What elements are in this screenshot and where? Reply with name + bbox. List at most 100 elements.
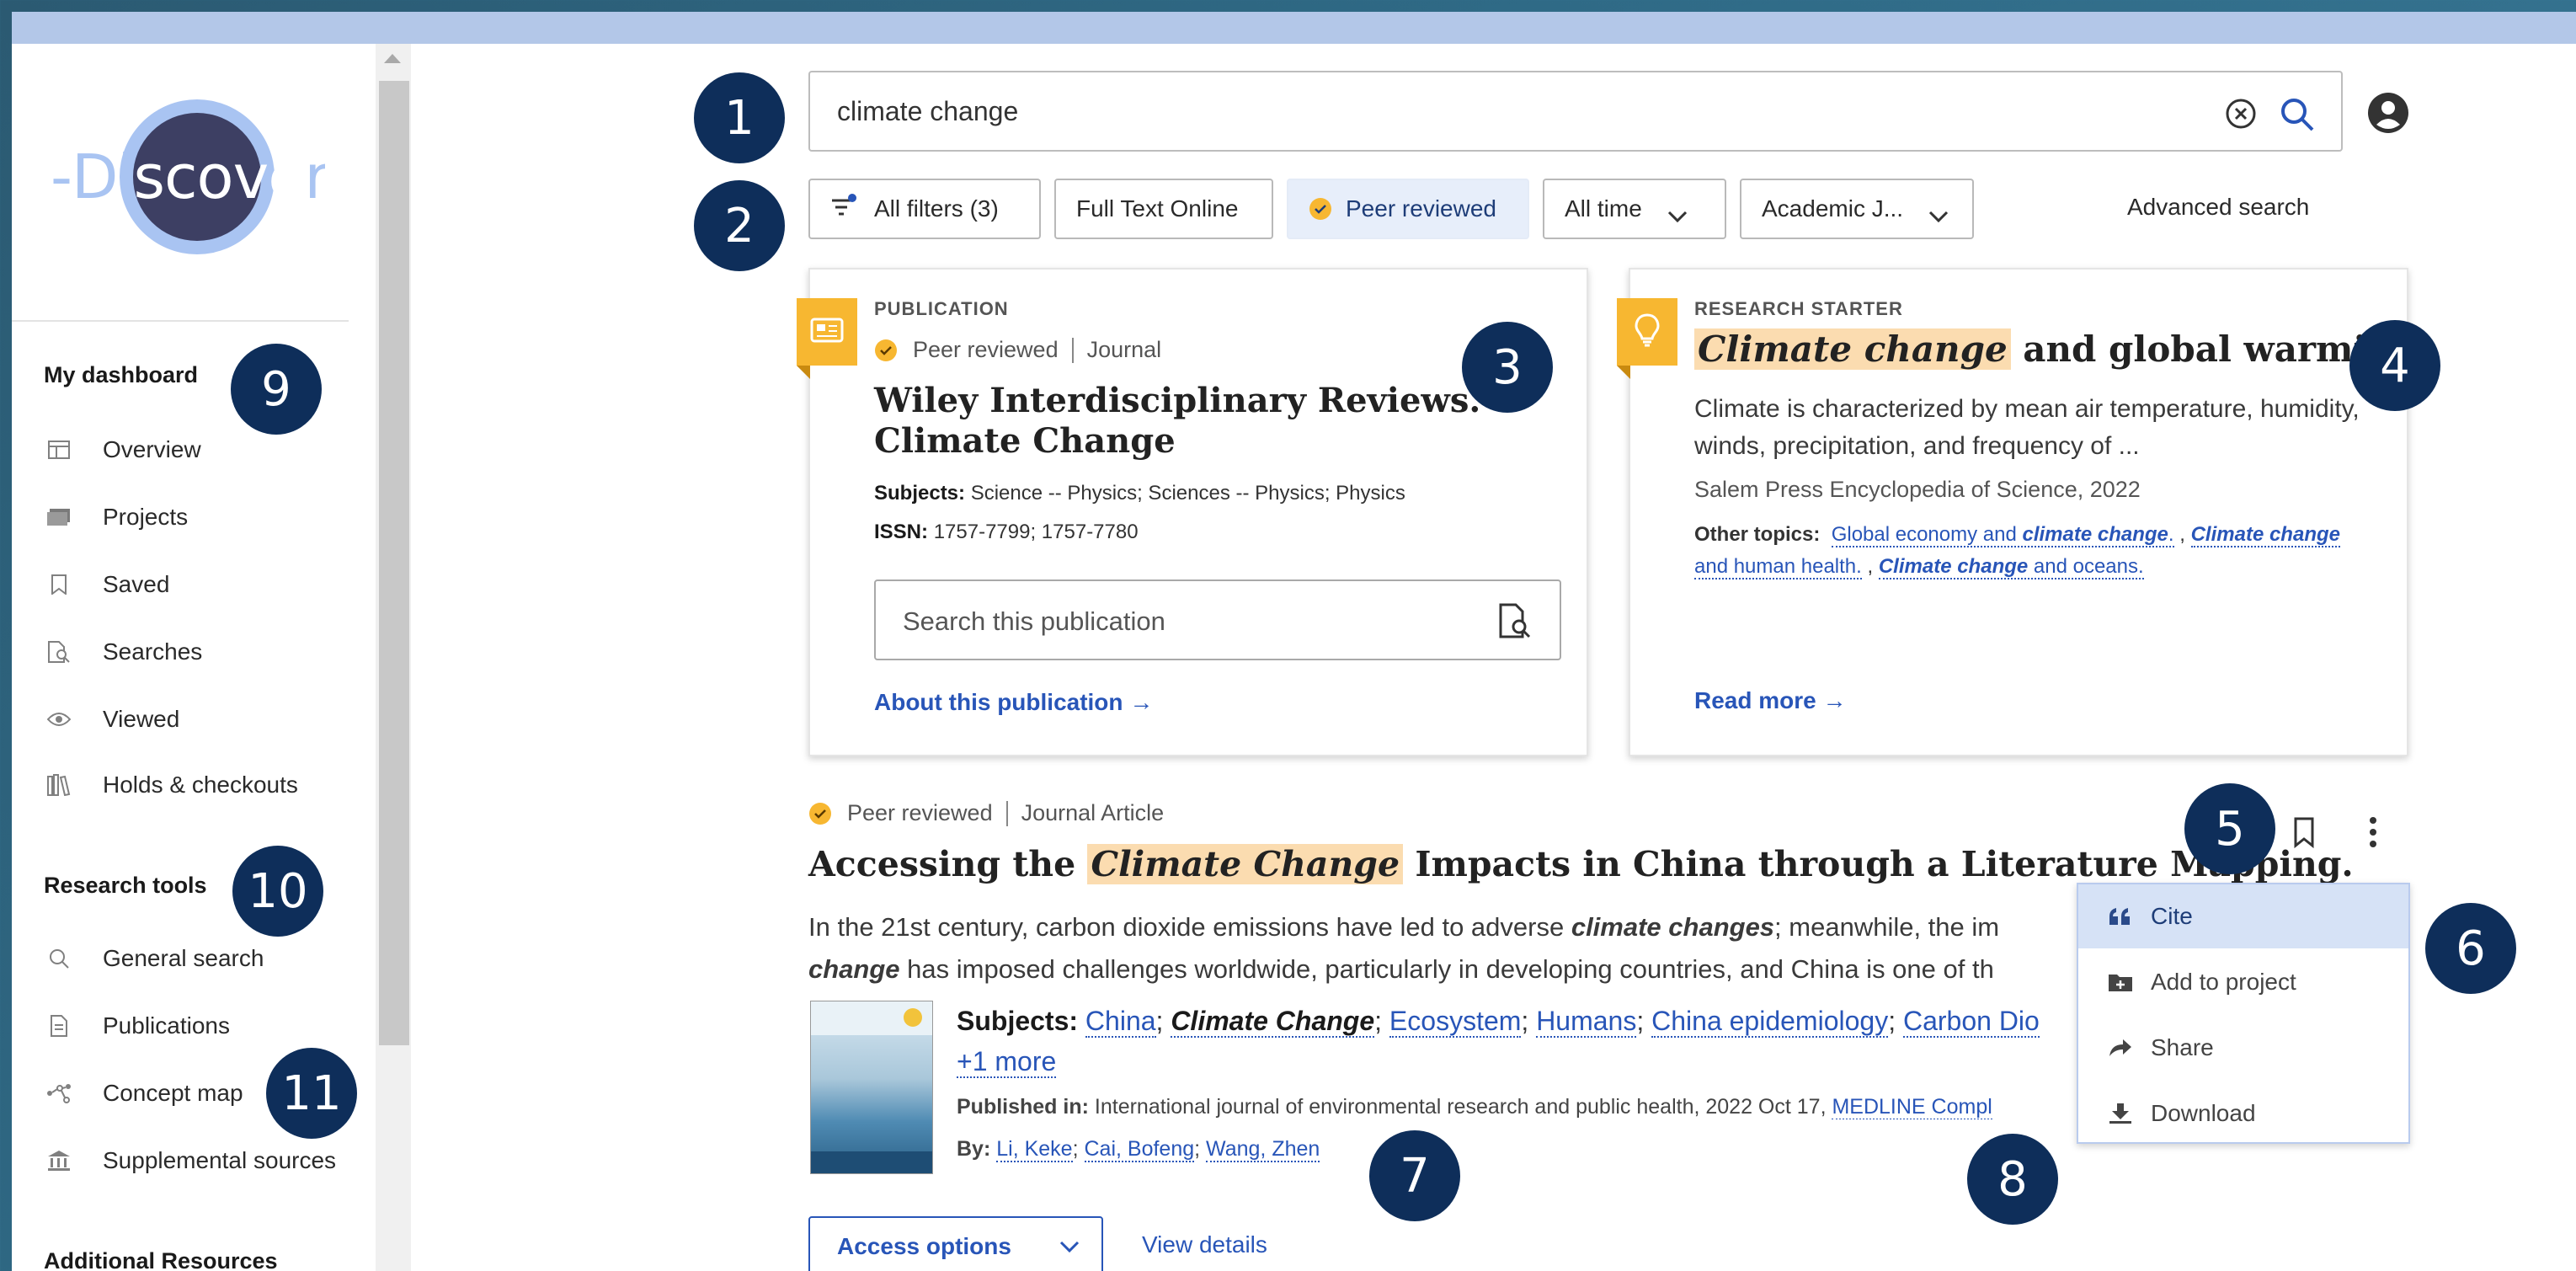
sidebar-item-label: Saved — [103, 571, 170, 597]
logo-text-left: -Di — [51, 142, 134, 212]
meta-separator — [1005, 800, 1008, 826]
menu-item-cite[interactable]: Cite — [2078, 884, 2408, 948]
abstract-emphasis: climate changes — [1571, 912, 1775, 942]
quote-icon — [2107, 904, 2134, 929]
abstract-emphasis: change — [808, 954, 900, 984]
published-value: International journal of environmental r… — [1094, 1095, 1832, 1119]
published-label: Published in: — [957, 1095, 1089, 1119]
bookmark-icon[interactable] — [2289, 815, 2319, 849]
more-subjects-link[interactable]: +1 more — [957, 1046, 1057, 1078]
author-link[interactable]: Cai, Bofeng — [1084, 1137, 1195, 1162]
database-link[interactable]: MEDLINE Compl — [1832, 1095, 1992, 1119]
search-icon — [44, 946, 74, 971]
chevron-down-icon — [1667, 202, 1688, 223]
cover-footer — [811, 1151, 932, 1173]
publication-title[interactable]: Wiley Interdisciplinary Reviews. Climate… — [874, 381, 1480, 462]
subject-link[interactable]: China epidemiology — [1651, 1006, 1889, 1038]
callout-5: 5 — [2184, 783, 2275, 874]
sidebar-item-label: Supplemental sources — [103, 1147, 337, 1173]
research-title-highlight: Climate change — [1694, 328, 2011, 370]
sidebar-item-projects[interactable]: Projects — [44, 495, 364, 539]
subject-link[interactable]: Ecosystem — [1389, 1006, 1522, 1038]
subject-link[interactable]: China — [1085, 1006, 1156, 1038]
search-input[interactable]: climate change — [808, 71, 2343, 152]
clear-icon[interactable] — [2225, 98, 2257, 130]
sidebar-item-holds[interactable]: Holds & checkouts — [44, 763, 364, 807]
dashboard-heading: My dashboard — [44, 362, 199, 387]
abstract-text: ; meanwhile, the im — [1774, 912, 2000, 942]
search-publication-input[interactable]: Search this publication — [874, 579, 1561, 660]
result-title-pre: Accessing the — [808, 844, 1088, 884]
peer-reviewed-badge-icon — [874, 339, 898, 362]
advanced-search-link[interactable]: Advanced search — [2127, 194, 2309, 221]
full-text-online-button[interactable]: Full Text Online — [1054, 179, 1273, 239]
callout-3: 3 — [1462, 322, 1553, 413]
search-icon[interactable] — [2279, 96, 2316, 133]
scroll-up-arrow-icon[interactable] — [384, 54, 401, 63]
about-publication-link[interactable]: About this publication → — [874, 689, 1153, 716]
more-options-icon[interactable] — [2358, 814, 2388, 851]
subject-link[interactable]: Carbon Dio — [1902, 1006, 2040, 1038]
arrow-right-icon: → — [1129, 689, 1154, 715]
all-filters-label: All filters (3) — [874, 195, 999, 222]
user-account-icon[interactable] — [2365, 89, 2412, 136]
sidebar-item-overview[interactable]: Overview — [44, 428, 364, 472]
research-other-topics: Other topics: Global economy and climate… — [1694, 519, 2368, 583]
full-text-label: Full Text Online — [1076, 195, 1239, 222]
all-filters-button[interactable]: All filters (3) — [808, 179, 1041, 239]
topic-link[interactable]: Climate change and oceans. — [1878, 555, 2144, 579]
topic-link[interactable]: Global economy and climate change. — [1831, 523, 2174, 547]
logo[interactable]: -Discover — [47, 99, 325, 261]
books-icon — [44, 772, 74, 798]
menu-item-label: Share — [2151, 1034, 2214, 1060]
menu-item-share[interactable]: Share — [2078, 1016, 2408, 1080]
callout-9: 9 — [231, 344, 322, 435]
about-publication-label: About this publication — [874, 689, 1123, 715]
meta-separator — [1071, 337, 1074, 363]
saved-search-icon — [44, 639, 74, 665]
subjects-value: Science -- Physics; Sciences -- Physics;… — [970, 482, 1405, 505]
subject-link[interactable]: Humans — [1536, 1006, 1637, 1038]
additional-heading: Additional Resources — [44, 1248, 278, 1271]
sidebar-item-viewed[interactable]: Viewed — [44, 697, 364, 741]
sidebar-item-supplemental[interactable]: Supplemental sources — [44, 1139, 364, 1183]
menu-item-download[interactable]: Download — [2078, 1081, 2408, 1146]
sidebar-item-label: Projects — [103, 504, 189, 530]
topics-label: Other topics: — [1694, 523, 1821, 546]
publication-meta: Peer reviewed Journal — [874, 337, 1161, 363]
sidebar-item-label: Concept map — [103, 1080, 243, 1106]
sidebar-item-label: General search — [103, 945, 264, 971]
filter-icon — [830, 193, 857, 225]
subjects-label: Subjects: — [957, 1006, 1079, 1036]
document-search-icon[interactable] — [1497, 603, 1534, 640]
result-published-in: Published in: International journal of e… — [957, 1095, 2077, 1119]
sidebar-item-saved[interactable]: Saved — [44, 563, 364, 606]
view-details-link[interactable]: View details — [1142, 1231, 1267, 1258]
sidebar-item-searches[interactable]: Searches — [44, 630, 364, 674]
result-actions-menu: Cite Add to project Share Download — [2077, 883, 2410, 1144]
abstract-text: has imposed challenges worldwide, partic… — [899, 954, 1994, 984]
journal-cover-image[interactable] — [810, 1001, 933, 1174]
callout-1: 1 — [694, 72, 785, 163]
time-filter-dropdown[interactable]: All time — [1543, 179, 1726, 239]
research-title[interactable]: Climate change and global warming. — [1694, 328, 2429, 370]
subject-link[interactable]: Climate Change — [1171, 1006, 1375, 1038]
sidebar-scroll-thumb[interactable] — [379, 81, 409, 1045]
source-type-dropdown[interactable]: Academic J... — [1740, 179, 1974, 239]
peer-reviewed-badge-icon — [1309, 197, 1332, 221]
callout-4: 4 — [2349, 320, 2440, 411]
author-link[interactable]: Wang, Zhen — [1206, 1137, 1320, 1162]
menu-item-label: Download — [2151, 1100, 2256, 1126]
callout-7: 7 — [1369, 1130, 1460, 1221]
chevron-down-icon — [1928, 202, 1949, 223]
access-options-button[interactable]: Access options — [808, 1216, 1103, 1271]
sidebar-item-general-search[interactable]: General search — [44, 937, 364, 980]
sidebar-item-publications[interactable]: Publications — [44, 1004, 364, 1048]
author-link[interactable]: Li, Keke — [996, 1137, 1073, 1162]
abstract-text: In the 21st century, carbon dioxide emis… — [808, 912, 1571, 942]
peer-reviewed-badge-icon — [808, 802, 832, 825]
menu-item-add-to-project[interactable]: Add to project — [2078, 950, 2408, 1014]
result-title[interactable]: Accessing the Climate Change Impacts in … — [808, 844, 2354, 884]
read-more-link[interactable]: Read more → — [1694, 687, 1847, 714]
peer-reviewed-button[interactable]: Peer reviewed — [1287, 179, 1529, 239]
